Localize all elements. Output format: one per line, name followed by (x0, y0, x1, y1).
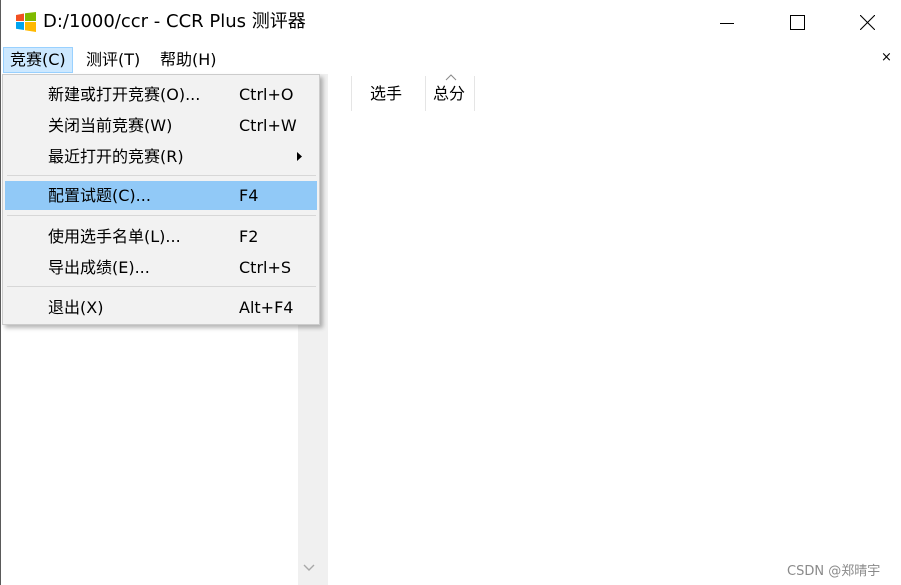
menu-contest[interactable]: 竞赛(C) (3, 47, 73, 73)
menu-item-label: 新建或打开竞赛(O)... (48, 85, 201, 104)
menu-item-label: 使用选手名单(L)... (48, 227, 181, 246)
menu-item-close-contest[interactable]: 关闭当前竞赛(W) Ctrl+W (5, 111, 317, 140)
menu-item-label: 导出成绩(E)... (48, 258, 150, 277)
submenu-arrow-icon (297, 152, 302, 161)
window-title: D:/1000/ccr - CCR Plus 测评器 (43, 11, 306, 32)
menu-item-shortcut: F4 (239, 186, 259, 205)
menu-item-exit[interactable]: 退出(X) Alt+F4 (5, 293, 317, 322)
results-table[interactable] (328, 74, 901, 585)
menu-item-label: 配置试题(C)... (48, 186, 151, 205)
menu-item-shortcut: F2 (239, 227, 259, 246)
menu-item-configure-problems[interactable]: 配置试题(C)... F4 (5, 181, 317, 210)
contest-menu-dropdown: 新建或打开竞赛(O)... Ctrl+O 关闭当前竞赛(W) Ctrl+W 最近… (2, 74, 320, 325)
menu-item-label: 退出(X) (48, 298, 104, 317)
minimize-icon (720, 22, 734, 24)
menu-item-shortcut: Alt+F4 (239, 298, 294, 317)
menu-item-label: 关闭当前竞赛(W) (48, 116, 173, 135)
menu-judge[interactable]: 测评(T) (80, 47, 146, 73)
menu-item-recent-contests[interactable]: 最近打开的竞赛(R) (5, 142, 317, 171)
mdi-close-icon[interactable]: × (881, 50, 892, 66)
column-separator (351, 76, 352, 111)
menu-help[interactable]: 帮助(H) (154, 47, 223, 73)
chevron-up-icon (445, 74, 457, 81)
maximize-icon (789, 15, 805, 30)
menu-separator (7, 175, 316, 176)
title-bar[interactable]: D:/1000/ccr - CCR Plus 测评器 (1, 0, 901, 45)
watermark: CSDN @郑晴宇 (787, 564, 881, 579)
windows-logo-icon (16, 12, 36, 32)
column-separator (425, 76, 426, 111)
scroll-down-chevron-icon[interactable] (301, 560, 317, 576)
close-icon (859, 15, 875, 30)
column-header-total-score[interactable]: 总分 (433, 82, 465, 106)
menu-item-label: 最近打开的竞赛(R) (48, 147, 184, 166)
menu-item-shortcut: Ctrl+O (239, 85, 294, 104)
column-header-player[interactable]: 选手 (370, 82, 402, 106)
maximize-button[interactable] (763, 0, 831, 45)
minimize-button[interactable] (693, 0, 761, 45)
menu-separator (7, 286, 316, 287)
menu-item-shortcut: Ctrl+S (239, 258, 292, 277)
column-separator (474, 76, 475, 111)
app-window: D:/1000/ccr - CCR Plus 测评器 竞赛(C) 测评(T) 帮… (0, 0, 901, 585)
menu-item-use-player-list[interactable]: 使用选手名单(L)... F2 (5, 222, 317, 251)
menu-bar: 竞赛(C) 测评(T) 帮助(H) (1, 45, 901, 74)
menu-item-export-scores[interactable]: 导出成绩(E)... Ctrl+S (5, 253, 317, 282)
menu-item-shortcut: Ctrl+W (239, 116, 297, 135)
menu-item-new-open-contest[interactable]: 新建或打开竞赛(O)... Ctrl+O (5, 80, 317, 109)
close-button[interactable] (833, 0, 901, 45)
menu-separator (7, 215, 316, 216)
